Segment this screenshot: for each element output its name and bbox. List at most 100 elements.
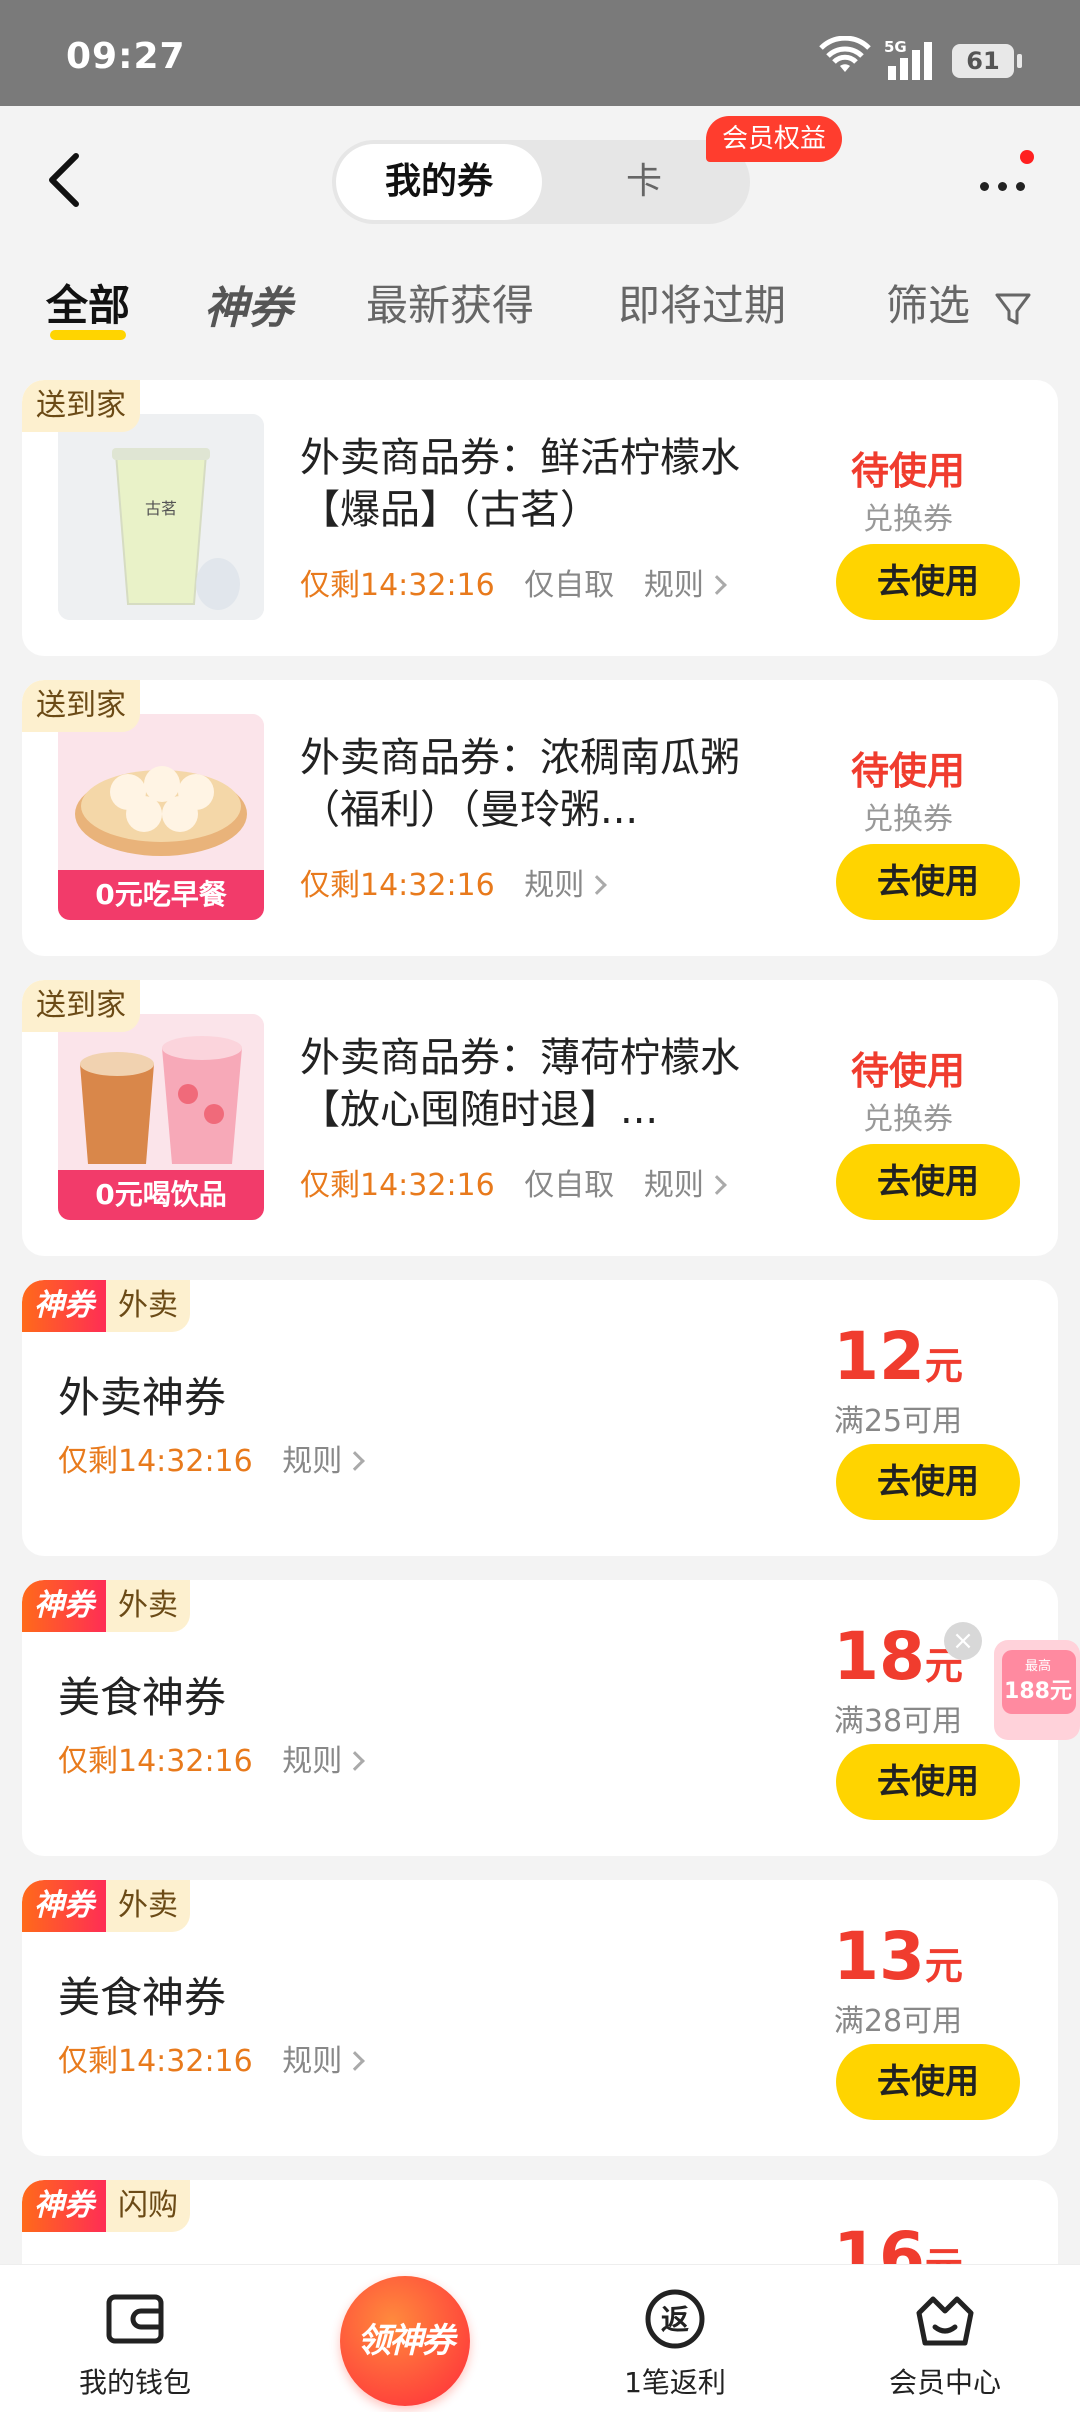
- rules-link[interactable]: 规则: [282, 1444, 366, 1479]
- chevron-right-icon: [345, 2051, 366, 2071]
- category-badge: 闪购: [106, 2180, 190, 2232]
- header: 我的券 卡 会员权益: [0, 106, 1080, 236]
- chevron-right-icon: [345, 1751, 366, 1771]
- rules-link[interactable]: 规则: [644, 568, 727, 603]
- time-remaining: 仅剩14:32:16: [300, 868, 495, 903]
- coupon-amount: 13元: [798, 1918, 998, 1995]
- time-remaining: 仅剩14:32:16: [300, 568, 495, 603]
- rules-link[interactable]: 规则: [282, 1744, 366, 1779]
- chevron-right-icon: [587, 875, 608, 895]
- coupon-type: 兑换券: [863, 1102, 953, 1137]
- rules-link[interactable]: 规则: [282, 2044, 366, 2079]
- nav-member-label: 会员中心: [888, 2366, 1001, 2399]
- dumplings-image: [58, 714, 264, 870]
- coupon-meta: 仅剩14:32:16 规则: [58, 1736, 366, 1780]
- rules-link[interactable]: 规则: [644, 1168, 727, 1203]
- delivery-tag: 送到家: [22, 680, 140, 732]
- crown-basket-icon: [916, 2296, 974, 2346]
- use-button[interactable]: 去使用: [836, 544, 1020, 620]
- close-icon[interactable]: ×: [944, 1622, 982, 1660]
- amount-value: 12: [833, 1318, 925, 1395]
- nav-rebate[interactable]: 返 1笔返利: [565, 2265, 785, 2412]
- lemonade-cup-image: 古茗: [58, 414, 264, 620]
- use-button[interactable]: 去使用: [836, 1144, 1020, 1220]
- tab-expiring[interactable]: 即将过期: [618, 272, 786, 333]
- active-tab-indicator: [50, 330, 126, 340]
- thumb-brand-text: 古茗: [145, 499, 177, 518]
- back-arrow-icon[interactable]: [44, 150, 84, 210]
- chevron-right-icon: [345, 1451, 366, 1471]
- promo-top-text: 最高: [1025, 1658, 1051, 1674]
- amount-unit: 元: [924, 1944, 963, 1988]
- category-badge: 外卖: [106, 1280, 190, 1332]
- coupon-title: 美食神券: [58, 1673, 227, 1722]
- tab-my-coupons[interactable]: 我的券: [336, 144, 542, 220]
- time-remaining: 仅剩14:32:16: [58, 1444, 253, 1479]
- shen-badge: 神券: [22, 1580, 106, 1632]
- time-remaining: 仅剩14:32:16: [58, 1744, 253, 1779]
- amount-value: 13: [833, 1918, 925, 1995]
- coupon-status: 待使用: [850, 1049, 965, 1093]
- shen-coupon-card[interactable]: 神券 外卖 美食神券 仅剩14:32:16 规则 13元 满28可用 去使用: [22, 1880, 1058, 2156]
- use-button[interactable]: 去使用: [836, 1444, 1020, 1520]
- coupon-type: 兑换券: [863, 802, 953, 837]
- usage-condition: 满28可用: [833, 2004, 963, 2039]
- segment-control: 我的券 卡: [332, 140, 750, 224]
- coupon-card[interactable]: 0元喝饮品 送到家 外卖商品券：薄荷柠檬水【放心囤随时退】... 仅剩14:32…: [22, 980, 1058, 1256]
- coupon-card[interactable]: 0元吃早餐 送到家 外卖商品券：浓稠南瓜粥（福利）（曼玲粥... 仅剩14:32…: [22, 680, 1058, 956]
- notification-dot: [1020, 150, 1034, 164]
- more-options-icon[interactable]: [976, 150, 1034, 200]
- tab-all[interactable]: 全部: [46, 272, 130, 333]
- category-badge: 外卖: [106, 1880, 190, 1932]
- coupon-card[interactable]: 古茗 送到家 外卖商品券：鲜活柠檬水【爆品】（古茗） 仅剩14:32:16 仅自…: [22, 380, 1058, 656]
- rebate-icon: 返: [645, 2289, 705, 2349]
- time-remaining: 仅剩14:32:16: [58, 2044, 253, 2079]
- coupon-meta: 仅剩14:32:16 规则: [58, 1436, 366, 1480]
- member-benefits-badge[interactable]: 会员权益: [706, 116, 843, 162]
- shen-tag: 神券 闪购: [22, 2180, 190, 2232]
- pickup-only: 仅自取: [524, 1168, 615, 1203]
- chevron-right-icon: [706, 575, 727, 595]
- nav-wallet[interactable]: 我的钱包: [25, 2265, 245, 2412]
- nav-rebate-label: 1笔返利: [624, 2366, 726, 2399]
- delivery-tag: 送到家: [22, 380, 140, 432]
- rebate-icon-text: 返: [661, 2303, 689, 2336]
- chevron-right-icon: [706, 1175, 727, 1195]
- use-button[interactable]: 去使用: [836, 2044, 1020, 2120]
- delivery-tag: 送到家: [22, 980, 140, 1032]
- use-button[interactable]: 去使用: [836, 844, 1020, 920]
- signal-icon: [888, 42, 932, 80]
- shen-coupon-card[interactable]: 神券 外卖 美食神券 仅剩14:32:16 规则 18元 满38可用 去使用: [22, 1580, 1058, 1856]
- tab-latest[interactable]: 最新获得: [366, 272, 534, 333]
- coupon-amount: 12元: [798, 1318, 998, 1395]
- drinks-image: [58, 1014, 264, 1170]
- thumb-banner: 0元吃早餐: [58, 870, 264, 920]
- tab-shen-coupon[interactable]: 神券: [204, 272, 292, 336]
- battery-indicator: 61: [952, 44, 1022, 78]
- get-coupon-center-button[interactable]: 领神券: [340, 2276, 470, 2406]
- shen-coupon-card[interactable]: 神券 外卖 外卖神券 仅剩14:32:16 规则 12元 满25可用 去使用: [22, 1280, 1058, 1556]
- filter-icon: [995, 293, 1031, 324]
- amount-unit: 元: [924, 1344, 963, 1388]
- coupon-type: 兑换券: [863, 502, 953, 537]
- nav-wallet-label: 我的钱包: [78, 2366, 191, 2399]
- shen-badge: 神券: [22, 2180, 106, 2232]
- filter-button[interactable]: 筛选: [886, 272, 1033, 333]
- floating-promo-badge[interactable]: 最高 188元: [990, 1634, 1080, 1744]
- coupon-title: 美食神券: [58, 1973, 227, 2022]
- coupon-title: 外卖商品券：鲜活柠檬水【爆品】（古茗）: [300, 435, 740, 533]
- product-thumbnail: 古茗: [58, 414, 264, 620]
- category-badge: 外卖: [106, 1580, 190, 1632]
- coupon-status: 待使用: [850, 449, 965, 493]
- nav-member-center[interactable]: 会员中心: [835, 2265, 1055, 2412]
- coupon-meta: 仅剩14:32:16 规则: [300, 860, 608, 904]
- amount-value: 18: [833, 1618, 925, 1695]
- use-button[interactable]: 去使用: [836, 1744, 1020, 1820]
- shen-tag: 神券 外卖: [22, 1580, 190, 1632]
- promo-value-text: 188元: [1004, 1679, 1072, 1704]
- coupon-status: 待使用: [850, 749, 965, 793]
- rules-link[interactable]: 规则: [524, 868, 608, 903]
- wallet-icon: [106, 2294, 164, 2344]
- shen-badge: 神券: [22, 1880, 106, 1932]
- usage-condition: 满38可用: [833, 1704, 963, 1739]
